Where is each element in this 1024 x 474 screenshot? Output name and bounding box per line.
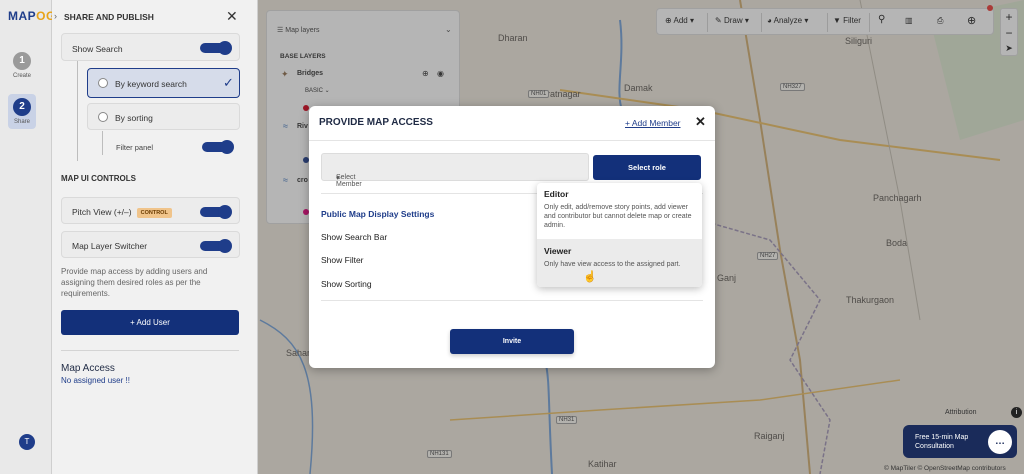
role-dropdown: Editor Only edit, add/remove story point… [537,183,702,287]
layer-switcher-toggle[interactable] [200,239,232,253]
select-role-button[interactable]: Select role [593,155,701,180]
consultation-widget[interactable]: Free 15-min Map Consultation … [903,425,1017,458]
by-keyword-label: By keyword search [115,79,187,89]
by-keyword-option[interactable]: By keyword search ✓ [87,68,240,98]
show-search-toggle[interactable] [200,41,232,55]
pitch-view-toggle[interactable] [200,205,232,219]
divider [61,350,239,351]
add-member-link[interactable]: + Add Member [625,118,681,128]
share-publish-panel: › SHARE AND PUBLISH ✕ Show Search By key… [52,0,258,474]
layer-switcher-row: Map Layer Switcher [61,231,240,258]
divider [321,300,703,301]
pitch-view-label: Pitch View (+/–) CONTROL [72,207,172,218]
show-sorting-label: Show Sorting [321,279,372,289]
panel-header: › SHARE AND PUBLISH ✕ [52,0,258,34]
help-button[interactable]: T [19,434,35,450]
sorting-radio[interactable] [98,112,108,122]
close-icon[interactable]: ✕ [695,114,706,130]
role-option-title: Editor [544,189,569,199]
no-user-text: No assigned user !! [61,376,130,385]
left-rail: MAPOG 1 Create 2 Share T [0,0,55,474]
caret-down-icon: ▾ [336,175,340,182]
control-badge: CONTROL [136,207,172,218]
role-option-viewer[interactable]: Viewer Only have view access to the assi… [537,239,702,287]
divider [309,140,715,141]
role-option-desc: Only edit, add/remove story points, add … [544,204,692,229]
by-sorting-label: By sorting [115,113,153,123]
cursor-pointer-icon: ☝ [583,271,597,283]
collapse-chevron-icon[interactable]: › [54,11,57,21]
show-search-label: Show Search [72,44,123,54]
info-icon[interactable]: i [1011,407,1022,418]
public-settings-title: Public Map Display Settings [321,209,435,219]
close-icon[interactable]: ✕ [226,8,238,25]
role-option-title: Viewer [544,246,572,256]
chat-icon[interactable]: … [988,430,1012,454]
map-copyright: © MapTiler © OpenStreetMap contributors [884,465,1006,472]
layer-switcher-label: Map Layer Switcher [72,241,148,251]
check-icon: ✓ [223,75,234,90]
panel-title: SHARE AND PUBLISH [64,12,154,22]
add-user-button[interactable]: + Add User [61,310,239,335]
show-search-row: Show Search [61,33,240,61]
show-search-bar-label: Show Search Bar [321,232,388,242]
by-sorting-option[interactable]: By sorting [87,103,240,130]
filter-panel-toggle[interactable] [202,140,234,154]
select-member-dropdown[interactable]: Select Member ▾ [321,153,589,188]
attribution-link[interactable]: Attribution [945,409,977,416]
show-filter-label: Show Filter [321,255,364,265]
pitch-view-row: Pitch View (+/–) CONTROL [61,197,240,224]
access-description: Provide map access by adding users and a… [61,267,208,298]
modal-title: PROVIDE MAP ACCESS [319,117,433,128]
keyword-radio[interactable] [98,78,108,88]
tree-line [77,61,78,161]
consultation-text: Free 15-min Map Consultation [915,434,969,450]
invite-button[interactable]: Invite [450,329,574,354]
step-create[interactable]: 1 Create [8,52,36,79]
role-option-editor[interactable]: Editor Only edit, add/remove story point… [537,183,702,238]
step-share[interactable]: 2 Share [8,94,36,129]
tree-line [102,131,103,155]
filter-panel-label: Filter panel [116,143,154,152]
map-ui-controls-title: MAP UI CONTROLS [61,174,136,183]
map-access-title: Map Access [61,363,115,374]
app-logo[interactable]: MAPOG [8,9,56,23]
role-option-desc: Only have view access to the assigned pa… [544,261,681,268]
